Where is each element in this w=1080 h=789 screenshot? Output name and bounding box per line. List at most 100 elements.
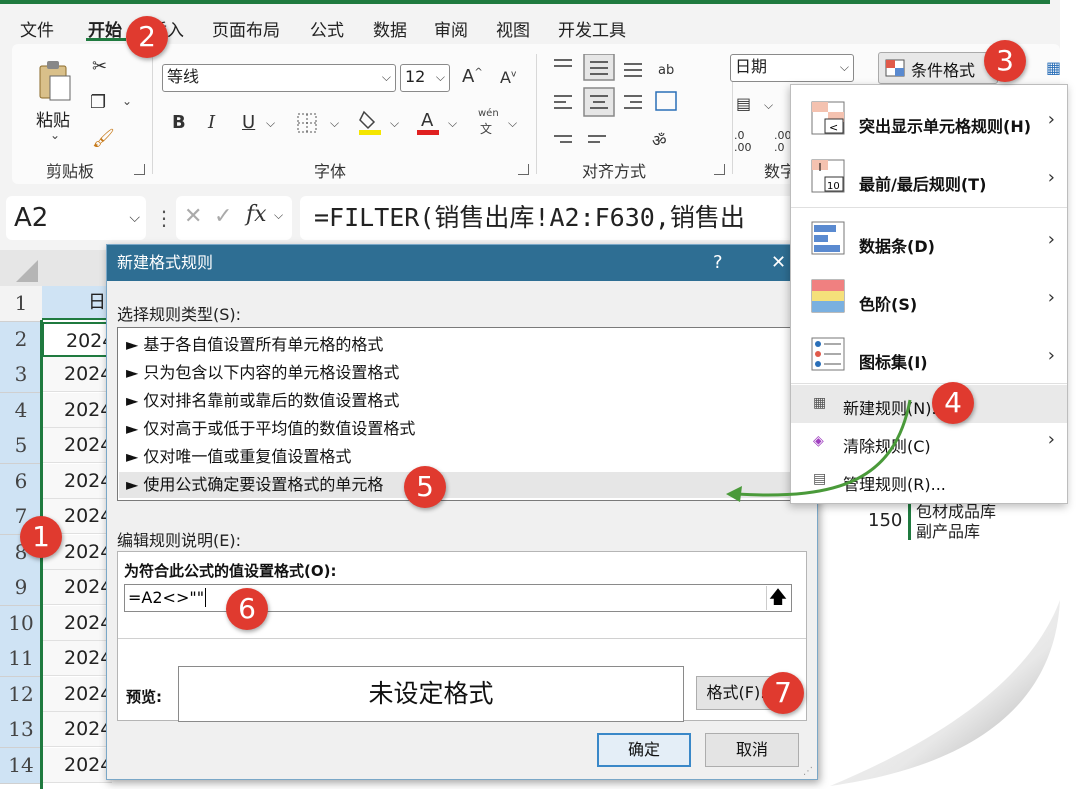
format-painter-icon[interactable]: 🖌 xyxy=(92,128,115,149)
row-header[interactable]: 9 xyxy=(0,570,42,606)
help-button[interactable]: ? xyxy=(713,245,723,281)
phonetic-icon-bottom[interactable]: 文 xyxy=(480,120,492,137)
resize-grip-icon[interactable]: ⋰ xyxy=(803,766,813,777)
table-style-icon[interactable]: ▦ xyxy=(1046,58,1061,77)
chevron-down-icon[interactable]: ⌵ xyxy=(448,116,457,131)
menu-item-icon-sets[interactable]: 图标集(I) › xyxy=(791,327,1067,385)
table-cell[interactable]: 2024 xyxy=(42,321,114,357)
column-header-a[interactable]: 日 xyxy=(42,286,112,320)
cancel-button[interactable]: 取消 xyxy=(705,733,799,767)
cut-icon[interactable]: ✂ xyxy=(92,56,107,77)
chevron-down-icon[interactable]: ⌵ xyxy=(390,116,399,131)
table-cell[interactable]: 2024 xyxy=(42,641,112,676)
menu-item-data-bars[interactable]: 数据条(D) › xyxy=(791,211,1067,269)
table-cell[interactable]: 2024 xyxy=(42,428,112,463)
tab-developer[interactable]: 开发工具 xyxy=(558,16,626,41)
table-cell[interactable]: 2024 xyxy=(42,463,112,499)
font-size-select[interactable]: 12 ⌵ xyxy=(400,64,450,92)
row-header[interactable]: 2 xyxy=(0,321,42,358)
font-name-select[interactable]: 等线 ⌵ xyxy=(162,64,396,92)
rule-type-list[interactable]: ► 基于各自值设置所有单元格的格式 ► 只为包含以下内容的单元格设置格式 ► 仅… xyxy=(117,327,805,501)
row-header[interactable]: 3 xyxy=(0,357,42,393)
tab-view[interactable]: 视图 xyxy=(496,16,530,41)
rule-item-top-bottom[interactable]: ► 仅对排名靠前或靠后的数值设置格式 xyxy=(126,388,399,414)
font-color-icon[interactable]: A xyxy=(416,108,440,136)
chevron-right-icon: › xyxy=(1047,429,1055,450)
font-launcher-icon[interactable] xyxy=(518,164,529,175)
number-format-select[interactable]: 日期 ⌵ xyxy=(730,54,854,82)
paste-chevron-icon[interactable]: ⌄ xyxy=(50,128,60,142)
select-all-corner[interactable] xyxy=(0,250,42,286)
more-options-icon[interactable]: ⋮ xyxy=(154,206,174,230)
table-cell[interactable]: 2024 xyxy=(42,747,112,783)
menu-item-top-bottom-rules[interactable]: 10 最前/最后规则(T) › xyxy=(791,149,1067,207)
row-header[interactable]: 11 xyxy=(0,641,42,677)
rule-item-unique-duplicate[interactable]: ► 仅对唯一值或重复值设置格式 xyxy=(126,444,351,470)
tab-formulas[interactable]: 公式 xyxy=(310,16,344,41)
borders-icon[interactable] xyxy=(296,112,318,134)
row-header[interactable]: 10 xyxy=(0,605,42,642)
tab-data[interactable]: 数据 xyxy=(373,16,407,41)
table-cell[interactable]: 2024 xyxy=(42,605,112,641)
cancel-entry-icon[interactable]: ✕ xyxy=(184,204,202,229)
confirm-entry-icon[interactable]: ✓ xyxy=(214,204,232,229)
chevron-down-icon[interactable]: ⌵ xyxy=(764,98,773,113)
step-badge-6: 6 xyxy=(226,588,268,630)
close-button[interactable]: ✕ xyxy=(771,245,786,281)
chevron-right-icon: › xyxy=(1047,287,1055,308)
increase-font-icon[interactable]: A^ xyxy=(462,66,483,87)
step-badge-2: 2 xyxy=(126,16,168,58)
copy-icon[interactable]: ❐ xyxy=(90,92,106,113)
name-box[interactable]: A2 ⌵ xyxy=(6,196,146,240)
rule-item-contains[interactable]: ► 只为包含以下内容的单元格设置格式 xyxy=(126,360,399,386)
edit-rule-panel: 为符合此公式的值设置格式(O): =A2<>"" 🡅 预览: 未设定格式 格式(… xyxy=(117,551,807,722)
italic-button[interactable]: I xyxy=(208,112,215,133)
row-header[interactable]: 13 xyxy=(0,712,42,748)
tab-file[interactable]: 文件 xyxy=(20,16,54,41)
alignment-launcher-icon[interactable] xyxy=(714,164,725,175)
row-header[interactable]: 4 xyxy=(0,392,42,429)
row-header[interactable]: 6 xyxy=(0,463,42,500)
chevron-down-icon[interactable]: ⌵ xyxy=(266,116,275,131)
chevron-down-icon[interactable]: ⌵ xyxy=(274,208,283,223)
arrow-up-icon: 🡅 xyxy=(768,587,788,608)
table-cell[interactable]: 2024 xyxy=(42,357,112,392)
copy-chevron-icon[interactable]: ⌄ xyxy=(122,94,132,108)
increase-decimal-icon[interactable]: .0 .00 xyxy=(734,130,760,154)
conditional-format-button[interactable]: 条件格式 xyxy=(878,52,998,84)
paste-icon[interactable] xyxy=(38,58,72,102)
svg-text:10: 10 xyxy=(827,181,840,192)
column-header-strip xyxy=(42,250,112,286)
row-header[interactable]: 1 xyxy=(0,286,42,322)
formula-field[interactable]: =A2<>"" 🡅 xyxy=(124,584,792,612)
menu-item-color-scales[interactable]: 色阶(S) › xyxy=(791,269,1067,327)
step-badge-5: 5 xyxy=(404,466,446,508)
chevron-down-icon[interactable]: ⌵ xyxy=(330,116,339,131)
range-picker-button[interactable]: 🡅 xyxy=(766,586,789,610)
menu-item-highlight-rules[interactable]: < 突出显示单元格规则(H) › xyxy=(791,89,1067,147)
rule-item-all-cells[interactable]: ► 基于各自值设置所有单元格的格式 xyxy=(126,332,383,358)
alignment-buttons[interactable]: ab ॐ xyxy=(552,54,722,154)
rule-item-average[interactable]: ► 仅对高于或低于平均值的数值设置格式 xyxy=(126,416,415,442)
table-cell[interactable]: 2024 xyxy=(42,392,112,428)
fill-color-icon[interactable] xyxy=(358,108,382,136)
phonetic-icon-top[interactable]: wén xyxy=(478,108,499,119)
bold-button[interactable]: B xyxy=(172,112,186,133)
table-cell[interactable]: 2024 xyxy=(42,676,112,712)
tab-review[interactable]: 审阅 xyxy=(434,16,468,41)
table-cell[interactable]: 2024 xyxy=(42,712,112,747)
rule-item-use-formula[interactable]: ► 使用公式确定要设置格式的单元格 xyxy=(119,472,803,498)
ok-button[interactable]: 确定 xyxy=(597,733,691,767)
currency-icon[interactable]: ▤ xyxy=(736,94,751,113)
chevron-down-icon[interactable]: ⌵ xyxy=(508,116,517,131)
underline-button[interactable]: U xyxy=(242,112,255,133)
decrease-font-icon[interactable]: Av xyxy=(500,68,516,87)
row-header[interactable]: 12 xyxy=(0,676,42,713)
row-header[interactable]: 5 xyxy=(0,428,42,464)
tab-page-layout[interactable]: 页面布局 xyxy=(212,16,280,41)
clipboard-launcher-icon[interactable] xyxy=(134,164,145,175)
table-cell[interactable]: 2024 xyxy=(42,570,112,605)
dialog-titlebar[interactable]: 新建格式规则 ? ✕ xyxy=(107,245,817,281)
insert-function-button[interactable]: fx xyxy=(246,202,267,227)
row-header[interactable]: 14 xyxy=(0,747,42,784)
